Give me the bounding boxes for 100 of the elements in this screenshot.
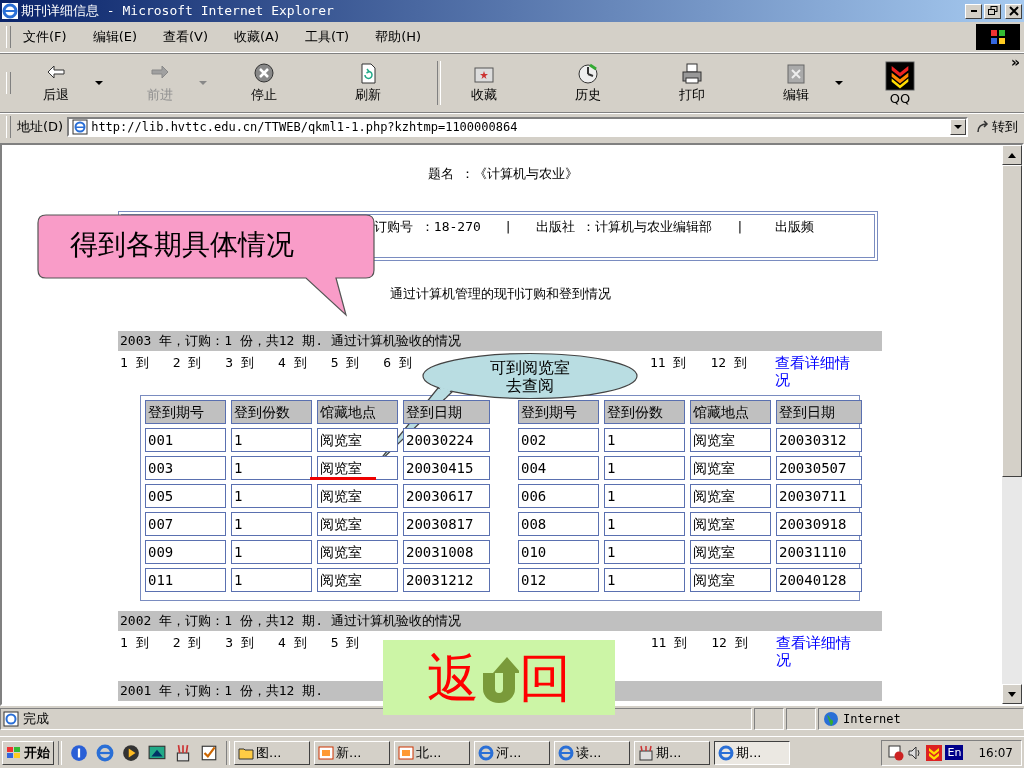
- table-cell: 20031008: [403, 540, 490, 564]
- zone-text: Internet: [843, 712, 901, 726]
- table-cell: 阅览室: [317, 568, 398, 592]
- table-cell: 001: [145, 428, 226, 452]
- language-indicator[interactable]: En: [945, 745, 964, 760]
- taskbar-button[interactable]: 期...: [634, 740, 710, 765]
- table-cell: 1: [604, 540, 685, 564]
- go-button[interactable]: 转到: [976, 118, 1018, 136]
- issue-link[interactable]: 2 到: [172, 635, 202, 651]
- taskbar-button[interactable]: 期...: [714, 740, 790, 765]
- year-summary: 2003 年，订购：1 份，共12 期. 通过计算机验收的情况: [118, 331, 882, 351]
- issue-link[interactable]: 5 到: [330, 355, 360, 371]
- issue-link[interactable]: 3 到: [225, 635, 254, 651]
- start-button[interactable]: 开始: [2, 740, 54, 765]
- address-label: 地址(D): [17, 118, 64, 136]
- table-cell: 1: [231, 428, 312, 452]
- table-cell: 20030415: [403, 456, 490, 480]
- column-header: 登到份数: [604, 400, 685, 424]
- table-cell: 1: [604, 568, 685, 592]
- issue-link[interactable]: 6 到: [383, 355, 412, 371]
- table-cell: 1: [231, 568, 312, 592]
- taskbar-button[interactable]: 新...: [314, 740, 390, 765]
- issue-link[interactable]: 4 到: [277, 635, 307, 651]
- taskbar-button[interactable]: 图...: [234, 740, 310, 765]
- toolbar-button[interactable]: 收藏: [445, 60, 523, 106]
- menu-item[interactable]: 帮助(H): [375, 28, 422, 46]
- table-cell: 1: [231, 484, 312, 508]
- issue-link[interactable]: 11 到: [650, 635, 688, 651]
- table-cell: 阅览室: [690, 456, 771, 480]
- table-cell: 20030817: [403, 512, 490, 536]
- table-cell: 1: [604, 428, 685, 452]
- toolbar-button[interactable]: QQ: [861, 58, 939, 108]
- issue-link[interactable]: 11 到: [649, 355, 687, 371]
- more-button[interactable]: »: [1010, 54, 1020, 70]
- table-cell: 阅览室: [690, 568, 771, 592]
- toolbar-button[interactable]: 编辑: [757, 60, 835, 106]
- table-cell: 002: [518, 428, 599, 452]
- table-cell: 20031110: [776, 540, 862, 564]
- issue-link[interactable]: 4 到: [277, 355, 307, 371]
- taskbar-button[interactable]: 河...: [474, 740, 550, 765]
- menu-item[interactable]: 编辑(E): [92, 28, 137, 46]
- issue-link[interactable]: 12 到: [710, 355, 747, 371]
- table-cell: 011: [145, 568, 226, 592]
- toolbar-button[interactable]: 历史: [549, 60, 627, 106]
- year-summary: 2002 年，订购：1 份，共12 期. 通过计算机验收的情况: [118, 611, 882, 631]
- taskbar-button[interactable]: 读...: [554, 740, 630, 765]
- window-title: 期刊详细信息 - Microsoft Internet Explorer: [21, 2, 334, 20]
- menu-item[interactable]: 收藏(A): [234, 28, 280, 46]
- table-cell: 012: [518, 568, 599, 592]
- menu-item[interactable]: 工具(T): [305, 28, 350, 46]
- table-cell: 004: [518, 456, 599, 480]
- journal-title: 题名 ：《计算机与农业》: [426, 165, 580, 183]
- issue-link[interactable]: 3 到: [225, 355, 254, 371]
- table-cell: 1: [604, 484, 685, 508]
- table-cell: 1: [604, 456, 685, 480]
- table-cell: 006: [518, 484, 599, 508]
- table-cell: 20030617: [403, 484, 490, 508]
- table-cell: 1: [604, 512, 685, 536]
- column-header: 登到期号: [145, 400, 226, 424]
- menu-item[interactable]: 查看(V): [163, 28, 209, 46]
- table-cell: 阅览室: [690, 512, 771, 536]
- toolbar-button[interactable]: 打印: [653, 60, 731, 106]
- toolbar-button[interactable]: 停止: [225, 60, 303, 106]
- table-cell: 20030711: [776, 484, 862, 508]
- table-cell: 1: [231, 512, 312, 536]
- column-header: 登到期号: [518, 400, 599, 424]
- column-header: 馆藏地点: [690, 400, 771, 424]
- detail-link[interactable]: 查看详细情况: [774, 355, 855, 389]
- status-text: 完成: [23, 710, 49, 728]
- table-cell: 阅览室: [317, 484, 398, 508]
- column-header: 登到日期: [403, 400, 490, 424]
- table-cell: 阅览室: [317, 512, 398, 536]
- table-cell: 20040128: [776, 568, 862, 592]
- info-text: 订购号 ：18-270 | 出版社 ：计算机与农业编辑部 | 出版频: [374, 219, 814, 234]
- table-cell: 003: [145, 456, 226, 480]
- table-cell: 007: [145, 512, 226, 536]
- table-cell: 阅览室: [317, 540, 398, 564]
- toolbar-button[interactable]: 刷新: [329, 60, 407, 106]
- issue-link[interactable]: 12 到: [711, 635, 748, 651]
- taskbar-button[interactable]: 北...: [394, 740, 470, 765]
- column-header: 登到日期: [776, 400, 862, 424]
- issue-link[interactable]: 5 到: [330, 635, 360, 651]
- table-cell: 20030918: [776, 512, 862, 536]
- detail-link[interactable]: 查看详细情况: [775, 635, 856, 669]
- table-cell: 20030224: [403, 428, 490, 452]
- column-header: 馆藏地点: [317, 400, 398, 424]
- callout-text: 可到阅览室去查阅: [489, 359, 571, 395]
- issue-link[interactable]: 1 到: [120, 635, 149, 651]
- table-cell: 阅览室: [317, 456, 398, 480]
- issue-link[interactable]: 2 到: [172, 355, 202, 371]
- table-cell: 010: [518, 540, 599, 564]
- menu-item[interactable]: 文件(F): [23, 28, 67, 46]
- clock: 16:07: [978, 745, 1013, 760]
- issue-link[interactable]: 1 到: [120, 355, 149, 371]
- table-cell: 阅览室: [690, 428, 771, 452]
- toolbar-button[interactable]: 后退: [17, 60, 95, 106]
- table-cell: 1: [231, 456, 312, 480]
- callout-text: 得到各期具体情况: [70, 227, 294, 263]
- table-cell: 阅览室: [317, 428, 398, 452]
- address-field[interactable]: http://lib.hvttc.edu.cn/TTWEB/qkml1-1.php?kzhtmp=1100000864: [67, 117, 968, 137]
